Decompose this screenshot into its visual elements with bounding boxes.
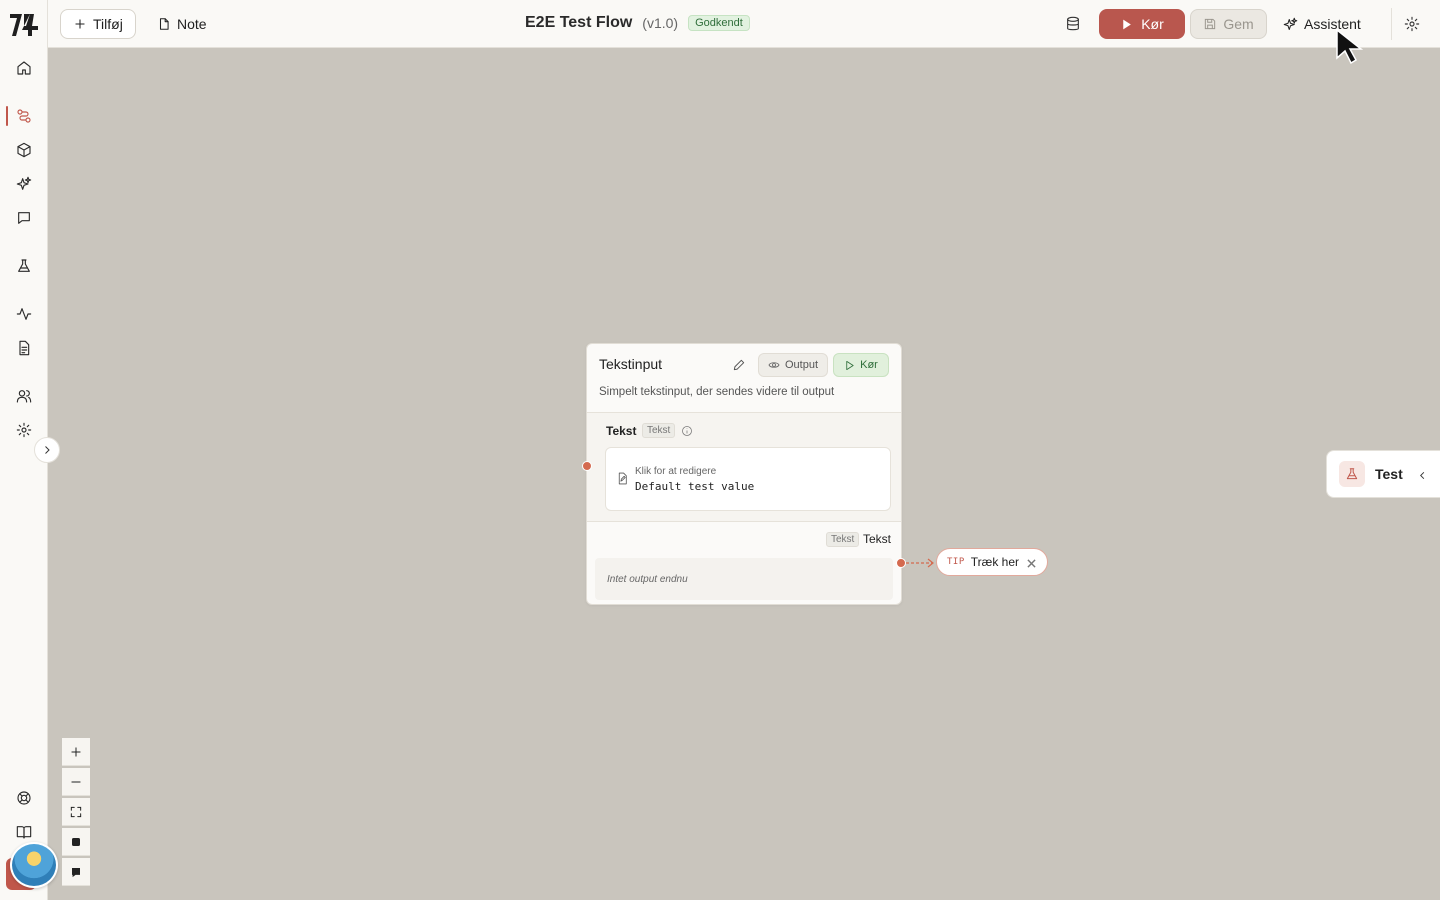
tip-connector	[906, 558, 934, 568]
output-type-chip: Tekst	[826, 532, 860, 547]
save-icon	[1205, 18, 1216, 30]
database-button[interactable]	[1061, 12, 1085, 36]
package-icon	[17, 142, 31, 158]
database-icon	[1067, 16, 1079, 31]
flow-canvas[interactable]: Tekstinput Output Kør Simpelt tekstinput…	[48, 48, 1440, 900]
run-button[interactable]: Kør	[1099, 9, 1185, 39]
sidebar-item-help[interactable]	[10, 784, 38, 812]
node-title: Tekstinput	[599, 356, 663, 372]
sidebar-expand-button[interactable]	[34, 437, 60, 463]
input-type-chip: Tekst	[642, 423, 676, 438]
flask-icon	[1339, 461, 1365, 487]
test-panel-toggle[interactable]: Test	[1326, 450, 1440, 498]
node-run-button[interactable]: Kør	[833, 353, 889, 377]
zoom-in-button[interactable]	[62, 738, 90, 766]
node-output-handle[interactable]	[896, 558, 906, 568]
sidebar-item-packages[interactable]	[10, 136, 38, 164]
topbar: Tilføj Note E2E Test Flow (v1.0) Godkend…	[48, 0, 1440, 48]
add-button[interactable]: Tilføj	[60, 9, 136, 39]
edit-file-icon	[616, 472, 630, 486]
plus-icon	[75, 19, 85, 29]
document-icon	[19, 340, 30, 356]
tip-text: Træk her	[970, 555, 1019, 569]
pencil-icon	[733, 359, 745, 371]
node-output-label: Output	[784, 359, 819, 371]
node-run-label: Kør	[860, 359, 878, 371]
gear-icon	[1404, 16, 1420, 32]
home-icon	[17, 61, 31, 75]
node-input-section: Tekst Tekst Klik for at redigere Default…	[587, 413, 901, 521]
book-icon	[16, 826, 32, 839]
note-button-label: Note	[177, 16, 207, 32]
sidebar-item-chat[interactable]	[10, 204, 38, 232]
status-badge: Godkendt	[688, 15, 750, 31]
flow-node-text-input[interactable]: Tekstinput Output Kør Simpelt tekstinput…	[586, 343, 902, 605]
sidebar-item-users[interactable]	[10, 382, 38, 410]
sidebar-item-settings[interactable]	[10, 416, 38, 444]
run-button-label: Kør	[1141, 16, 1164, 32]
node-divider	[587, 521, 901, 522]
sparkles-icon	[1283, 17, 1298, 30]
chat-icon	[18, 212, 30, 224]
sparkles-icon	[16, 176, 32, 190]
activity-icon	[16, 308, 32, 320]
flask-icon	[18, 259, 30, 272]
tip-close-button[interactable]	[1027, 557, 1037, 568]
node-output-button[interactable]: Output	[758, 353, 828, 377]
editor-value: Default test value	[635, 480, 755, 493]
flows-icon	[17, 109, 31, 123]
input-info-button[interactable]	[681, 424, 694, 437]
play-icon	[846, 360, 854, 370]
node-description: Simpelt tekstinput, der sendes videre ti…	[599, 386, 835, 398]
gear-icon	[16, 422, 32, 438]
editor-hint: Klik for at redigere	[635, 466, 717, 477]
test-panel-label: Test	[1375, 466, 1403, 482]
eye-icon	[768, 362, 780, 368]
sidebar-item-logs[interactable]	[10, 334, 38, 362]
users-icon	[16, 390, 32, 403]
sidebar-item-home[interactable]	[10, 54, 38, 82]
minus-icon	[71, 781, 81, 782]
close-icon	[1027, 559, 1036, 568]
lock-canvas-button[interactable]	[62, 828, 90, 856]
app-logo[interactable]	[8, 10, 40, 40]
square-icon	[72, 837, 80, 846]
add-button-label: Tilføj	[93, 16, 123, 32]
fit-view-icon	[70, 806, 82, 817]
flow-settings-button[interactable]	[1400, 12, 1424, 36]
output-field-label: Tekst	[863, 532, 892, 546]
sidebar-item-flows[interactable]	[6, 102, 38, 130]
help-icon	[17, 791, 31, 805]
mouse-cursor-icon	[1336, 28, 1364, 65]
note-icon	[159, 18, 169, 30]
input-field-label: Tekst	[606, 424, 637, 438]
save-button-label: Gem	[1223, 16, 1254, 32]
user-avatar[interactable]	[10, 842, 58, 888]
minimap-button[interactable]	[62, 858, 90, 886]
tip-tag: TIP	[947, 557, 965, 567]
sidebar-item-tests[interactable]	[10, 252, 38, 280]
chat-bubble-icon	[72, 867, 80, 877]
drag-tip[interactable]: TIP Træk her	[936, 548, 1048, 576]
sidebar-item-ai[interactable]	[10, 170, 38, 198]
flow-version: (v1.0)	[642, 15, 679, 31]
zoom-controls	[62, 738, 90, 888]
node-edit-button[interactable]	[732, 358, 748, 374]
play-icon	[1123, 19, 1132, 29]
plus-icon	[71, 746, 81, 757]
chevron-left-icon	[1417, 468, 1429, 480]
sidebar-item-activity[interactable]	[10, 300, 38, 328]
chevron-right-icon	[45, 446, 50, 454]
topbar-divider	[1391, 8, 1392, 40]
flow-title-group: E2E Test Flow (v1.0) Godkendt	[525, 14, 750, 32]
info-icon	[682, 426, 692, 436]
fit-view-button[interactable]	[62, 798, 90, 826]
zoom-out-button[interactable]	[62, 768, 90, 796]
input-value-editor[interactable]: Klik for at redigere Default test value	[605, 447, 891, 511]
output-empty-text: Intet output endnu	[607, 574, 688, 585]
node-input-handle[interactable]	[582, 461, 592, 471]
flow-title[interactable]: E2E Test Flow	[525, 14, 632, 32]
save-button[interactable]: Gem	[1190, 9, 1267, 39]
note-button[interactable]: Note	[149, 9, 215, 39]
